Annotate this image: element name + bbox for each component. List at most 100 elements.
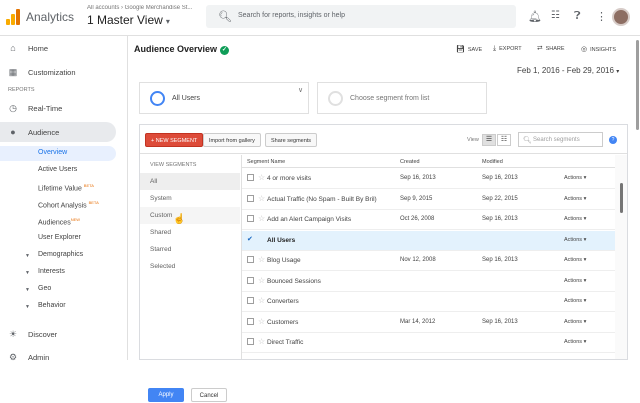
import-from-gallery-button[interactable]: Import from gallery <box>203 133 261 147</box>
sidebar-sub-interests[interactable]: Interests <box>38 268 65 275</box>
category-shared[interactable]: Shared <box>140 224 240 241</box>
created-date: Sep 9, 2015 <box>400 195 433 202</box>
sidebar-sub-cohort-analysis[interactable]: Cohort Analysis BETA <box>38 200 99 209</box>
segment-name[interactable]: 4 or more visits <box>267 175 311 182</box>
segment-name[interactable]: All Users <box>267 237 295 244</box>
table-row[interactable]: ☆ Add an Alert Campaign Visits Oct 26, 200… <box>242 210 616 230</box>
star-icon[interactable]: ☆ <box>258 255 265 264</box>
segment-card-all-users[interactable]: All Users ∨ <box>139 82 309 114</box>
row-checkbox[interactable] <box>247 174 254 181</box>
column-header-name[interactable]: Segment Name <box>247 155 285 168</box>
category-all[interactable]: All <box>140 173 240 190</box>
sidebar-sub-geo[interactable]: Geo <box>38 285 51 292</box>
segment-name[interactable]: Actual Traffic (No Spam - Built By Bril) <box>267 196 377 203</box>
segment-name[interactable]: Converters <box>267 298 299 305</box>
star-icon[interactable]: ☆ <box>258 317 265 326</box>
share-button[interactable]: ⮂ SHARE <box>537 45 565 53</box>
help-icon[interactable]: ? <box>609 136 617 144</box>
table-row[interactable]: ☆ Blog Usage Nov 12, 2008 Sep 16, 2013 Actio… <box>242 251 616 271</box>
apply-button[interactable]: Apply <box>148 388 184 402</box>
sidebar-item-home[interactable]: ⌂ Home <box>0 40 128 56</box>
star-icon[interactable]: ☆ <box>258 194 265 203</box>
help-icon[interactable]: ❓︎ <box>574 10 581 23</box>
table-row[interactable]: ☆ Actual Traffic (No Spam - Built By Bril… <box>242 190 616 210</box>
row-checkbox[interactable] <box>247 297 254 304</box>
star-icon[interactable]: ☆ <box>258 214 265 223</box>
sidebar-sub-lifetime-value[interactable]: Lifetime Value BETA <box>38 183 94 192</box>
segment-name[interactable]: Customers <box>267 319 298 326</box>
star-icon[interactable]: ☆ <box>258 337 265 346</box>
new-segment-button[interactable]: + NEW SEGMENT <box>145 133 204 147</box>
avatar[interactable] <box>612 8 630 26</box>
insights-button[interactable]: ◎ INSIGHTS <box>581 45 616 53</box>
actions-dropdown[interactable]: Actions ▾ <box>564 339 586 345</box>
analytics-logo[interactable] <box>6 9 20 25</box>
category-selected[interactable]: Selected <box>140 258 240 275</box>
actions-dropdown[interactable]: Actions ▾ <box>564 196 586 202</box>
segment-name[interactable]: Blog Usage <box>267 257 301 264</box>
search-bar[interactable]: 🔍︎ Search for reports, insights or help <box>206 5 516 28</box>
segment-name[interactable]: Add an Alert Campaign Visits <box>267 216 351 223</box>
scrollbar-thumb[interactable] <box>620 183 623 213</box>
category-system[interactable]: System <box>140 190 240 207</box>
sidebar-sub-behavior[interactable]: Behavior <box>38 302 66 309</box>
sidebar-sub-audiences[interactable]: AudiencesNEW <box>38 217 80 226</box>
sidebar-item-customization[interactable]: ▦ Customization <box>0 64 128 80</box>
row-checkbox[interactable] <box>247 256 254 263</box>
actions-dropdown[interactable]: Actions ▾ <box>564 237 586 243</box>
row-checkbox[interactable] <box>247 215 254 222</box>
row-checkbox[interactable] <box>247 317 254 325</box>
search-segments-input[interactable]: 🔍︎ Search segments <box>518 132 603 147</box>
page-scrollbar[interactable] <box>634 36 640 360</box>
row-checkbox[interactable] <box>247 194 254 202</box>
save-button[interactable]: 💾︎ SAVE <box>456 45 482 53</box>
sidebar-sub-user-explorer[interactable]: User Explorer <box>38 234 81 241</box>
sidebar-item-admin[interactable]: ⚙ Admin <box>0 349 128 365</box>
sidebar-sub-demographics[interactable]: Demographics <box>38 251 83 258</box>
table-row[interactable]: ☆ 4 or more visits Sep 16, 2013 Sep 16, 201… <box>242 169 616 189</box>
row-checkbox[interactable] <box>247 276 254 284</box>
list-view-icon[interactable]: ☰ <box>482 134 496 146</box>
table-row[interactable]: ☆ Direct Traffic Actions ▾ <box>242 333 616 353</box>
sidebar-item-realtime[interactable]: ◷ Real-Time <box>0 100 128 116</box>
cancel-button[interactable]: Cancel <box>191 388 227 402</box>
category-custom[interactable]: Custom <box>140 207 240 224</box>
bell-icon[interactable]: 🔔︎ <box>528 10 542 23</box>
sidebar-item-discover[interactable]: ☀ Discover <box>0 326 128 342</box>
date-range-picker[interactable]: Feb 1, 2016 - Feb 29, 2016 ▾ <box>517 66 619 75</box>
column-header-modified[interactable]: Modified <box>482 155 503 168</box>
page-scrollbar-thumb[interactable] <box>636 40 639 130</box>
star-icon[interactable]: ☆ <box>258 296 265 305</box>
actions-dropdown[interactable]: Actions ▾ <box>564 298 586 304</box>
sidebar-sub-overview[interactable]: Overview <box>38 149 67 156</box>
category-starred[interactable]: Starred <box>140 241 240 258</box>
table-row[interactable]: ✔ All Users Actions ▾ <box>242 230 616 251</box>
actions-dropdown[interactable]: Actions ▾ <box>564 278 586 284</box>
grid-view-icon[interactable]: ☷ <box>497 134 511 146</box>
share-segments-button[interactable]: Share segments <box>265 133 318 147</box>
star-icon[interactable]: ☆ <box>258 173 265 182</box>
actions-dropdown[interactable]: Actions ▾ <box>564 257 586 263</box>
segment-name[interactable]: Direct Traffic <box>267 339 303 346</box>
actions-dropdown[interactable]: Actions ▾ <box>564 319 586 325</box>
segment-name[interactable]: Bounced Sessions <box>267 278 321 285</box>
export-button[interactable]: ⤓ EXPORT <box>493 45 522 53</box>
actions-dropdown[interactable]: Actions ▾ <box>564 175 586 181</box>
more-icon[interactable]: ⋮ <box>596 10 607 23</box>
table-row[interactable]: ☆ Customers Mar 14, 2012 Sep 16, 2013 Action… <box>242 313 616 333</box>
star-icon[interactable]: ☆ <box>258 276 265 285</box>
chevron-down-icon[interactable]: ∨ <box>298 86 303 94</box>
table-row[interactable]: ☆ Converters Actions ▾ <box>242 292 616 312</box>
column-header-created[interactable]: Created <box>400 155 420 168</box>
segment-card-choose[interactable]: Choose segment from list <box>317 82 487 114</box>
apps-icon[interactable]: ☷ <box>551 10 560 21</box>
row-checkbox[interactable] <box>247 338 254 345</box>
account-breadcrumb[interactable]: All accounts › Google Merchandise St... <box>87 5 197 11</box>
sidebar-item-audience[interactable]: ● Audience <box>0 122 116 142</box>
row-checkbox[interactable]: ✔ <box>247 236 254 243</box>
table-row[interactable]: ☆ Bounced Sessions Actions ▾ <box>242 272 616 292</box>
sidebar-sub-active-users[interactable]: Active Users <box>38 166 77 173</box>
table-scrollbar[interactable] <box>615 155 627 359</box>
view-selector[interactable]: 1 Master View ▾ <box>87 13 170 27</box>
actions-dropdown[interactable]: Actions ▾ <box>564 216 586 222</box>
